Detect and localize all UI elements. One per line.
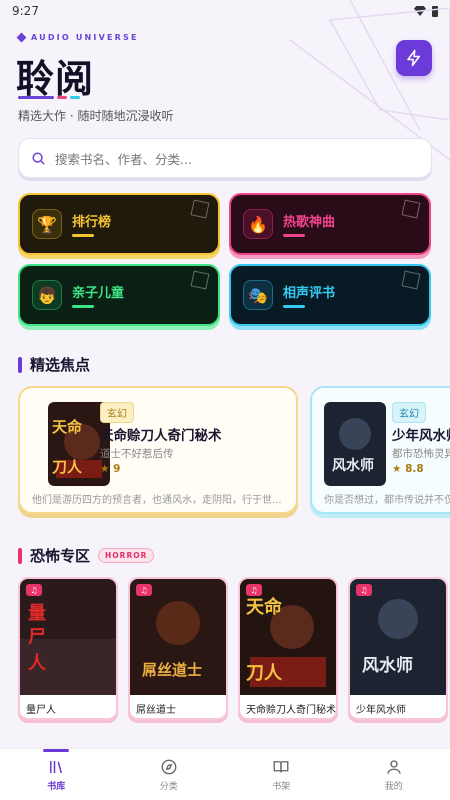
library-icon: [50, 760, 63, 773]
nav-item-bookshelf[interactable]: 书架: [225, 749, 338, 800]
nav-label: 分类: [159, 781, 178, 792]
category-label: 亲子儿童: [72, 286, 125, 301]
svg-text:风水师: 风水师: [332, 457, 374, 474]
featured-section-header: 精选焦点: [18, 354, 90, 375]
svg-text:天命: 天命: [246, 596, 283, 618]
book-title: 少年风水师: [392, 428, 450, 444]
brand-text: AUDIO UNIVERSE: [31, 33, 139, 42]
section-title: 恐怖专区: [30, 547, 91, 565]
category-crosstalk[interactable]: 🎭 相声评书: [229, 264, 431, 326]
book-title: 少年风水师: [356, 705, 406, 716]
category-label: 排行榜: [72, 215, 112, 230]
book-title: 量尸人: [26, 705, 56, 716]
status-bar: 9:27: [0, 0, 450, 22]
featured-card[interactable]: 风水师 玄幻 少年风水师 都市恐怖灵异 ★ 8.8 你是否想过，都市传说并不仅: [310, 386, 450, 514]
flash-button[interactable]: [396, 40, 432, 76]
horror-book-card[interactable]: 屌丝道士 ♫ 屌丝道士: [128, 577, 228, 720]
svg-text:刀人: 刀人: [246, 663, 283, 684]
trophy-icon: 🏆: [32, 209, 62, 239]
svg-text:人: 人: [28, 653, 47, 674]
svg-text:天命: 天命: [52, 418, 83, 436]
book-title: 屌丝道士: [136, 705, 176, 716]
svg-text:刀人: 刀人: [52, 458, 83, 476]
book-rating: ★ 8.8: [392, 463, 424, 475]
svg-text:尸: 尸: [28, 627, 46, 648]
audio-badge-icon: ♫: [136, 584, 152, 596]
svg-text:量: 量: [28, 602, 46, 624]
genre-tag: 玄幻: [100, 402, 134, 423]
rating-value: 9: [113, 463, 121, 475]
book-description: 你是否想过，都市传说并不仅: [324, 495, 450, 506]
search-bar[interactable]: 搜索书名、作者、分类...: [18, 138, 432, 178]
horror-book-card[interactable]: 天命 刀人 ♫ 天命赊刀人奇门秘术: [238, 577, 338, 720]
horror-book-card[interactable]: 量 尸 人 ♫ 量尸人: [18, 577, 118, 720]
nav-item-profile[interactable]: 我的: [338, 749, 450, 800]
horror-book-card[interactable]: 风水师 ♫ 少年风水师: [348, 577, 448, 720]
genre-tag: 玄幻: [392, 402, 426, 423]
book-description: 他们是游历四方的预言者，也通风水，走阴阳，行于世...: [32, 495, 282, 506]
status-icons: [414, 5, 438, 17]
book-cover: 量 尸 人: [20, 579, 116, 695]
svg-text:风水师: 风水师: [362, 655, 413, 676]
book-title: 天命赊刀人奇门秘术: [100, 428, 222, 444]
book-icon: [273, 760, 289, 772]
horror-section-header: 恐怖专区 HORROR: [18, 545, 155, 566]
app-subtitle: 精选大作 · 随时随地沉浸收听: [18, 109, 174, 123]
book-author: 道士不好惹后传: [100, 448, 174, 460]
fire-icon: 🔥: [243, 209, 273, 239]
book-cover: 屌丝道士: [130, 579, 226, 695]
book-cover: 风水师: [324, 402, 386, 486]
search-icon: [32, 151, 45, 165]
brand-tagline: AUDIO UNIVERSE: [16, 32, 139, 43]
nav-label: 我的: [384, 781, 403, 792]
theater-mask-icon: 🎭: [243, 280, 273, 310]
app-title: 聆阅: [16, 57, 95, 101]
nav-item-category[interactable]: 分类: [113, 749, 226, 800]
audio-badge-icon: ♫: [26, 584, 42, 596]
category-ranking[interactable]: 🏆 排行榜: [18, 193, 220, 255]
book-title: 天命赊刀人奇门秘术: [246, 705, 336, 716]
category-label: 相声评书: [283, 286, 336, 301]
nav-active-indicator: [43, 749, 70, 752]
book-rating: ★ 9: [100, 463, 121, 475]
nav-label: 书库: [47, 781, 66, 792]
lightning-icon: [407, 49, 420, 67]
wifi-icon: [414, 6, 426, 16]
category-hot-songs[interactable]: 🔥 热歌神曲: [229, 193, 431, 255]
book-cover: 风水师: [350, 579, 446, 695]
rating-value: 8.8: [405, 463, 424, 475]
compass-icon: [161, 759, 177, 774]
book-cover: 天命 刀人: [240, 579, 336, 695]
featured-card[interactable]: 天命 刀人 玄幻 天命赊刀人奇门秘术 道士不好惹后传 ★ 9 他们是游历四方的预…: [18, 386, 298, 514]
bottom-nav: 书库 分类 书架 我的: [0, 748, 450, 800]
child-icon: 👦: [32, 280, 62, 310]
category-label: 热歌神曲: [283, 215, 336, 230]
audio-badge-icon: ♫: [356, 584, 372, 596]
user-icon: [387, 759, 401, 774]
search-input[interactable]: 搜索书名、作者、分类...: [55, 149, 192, 168]
book-author: 都市恐怖灵异: [392, 448, 450, 460]
status-time: 9:27: [12, 4, 39, 18]
diamond-icon: [16, 32, 27, 43]
battery-icon: [432, 5, 438, 17]
title-accent-bars: [18, 96, 80, 99]
horror-badge: HORROR: [98, 548, 155, 563]
nav-item-library[interactable]: 书库: [0, 749, 113, 800]
section-title: 精选焦点: [30, 356, 91, 374]
svg-text:屌丝道士: 屌丝道士: [142, 661, 202, 679]
nav-label: 书架: [272, 781, 291, 792]
audio-badge-icon: ♫: [246, 584, 262, 596]
category-kids[interactable]: 👦 亲子儿童: [18, 264, 220, 326]
